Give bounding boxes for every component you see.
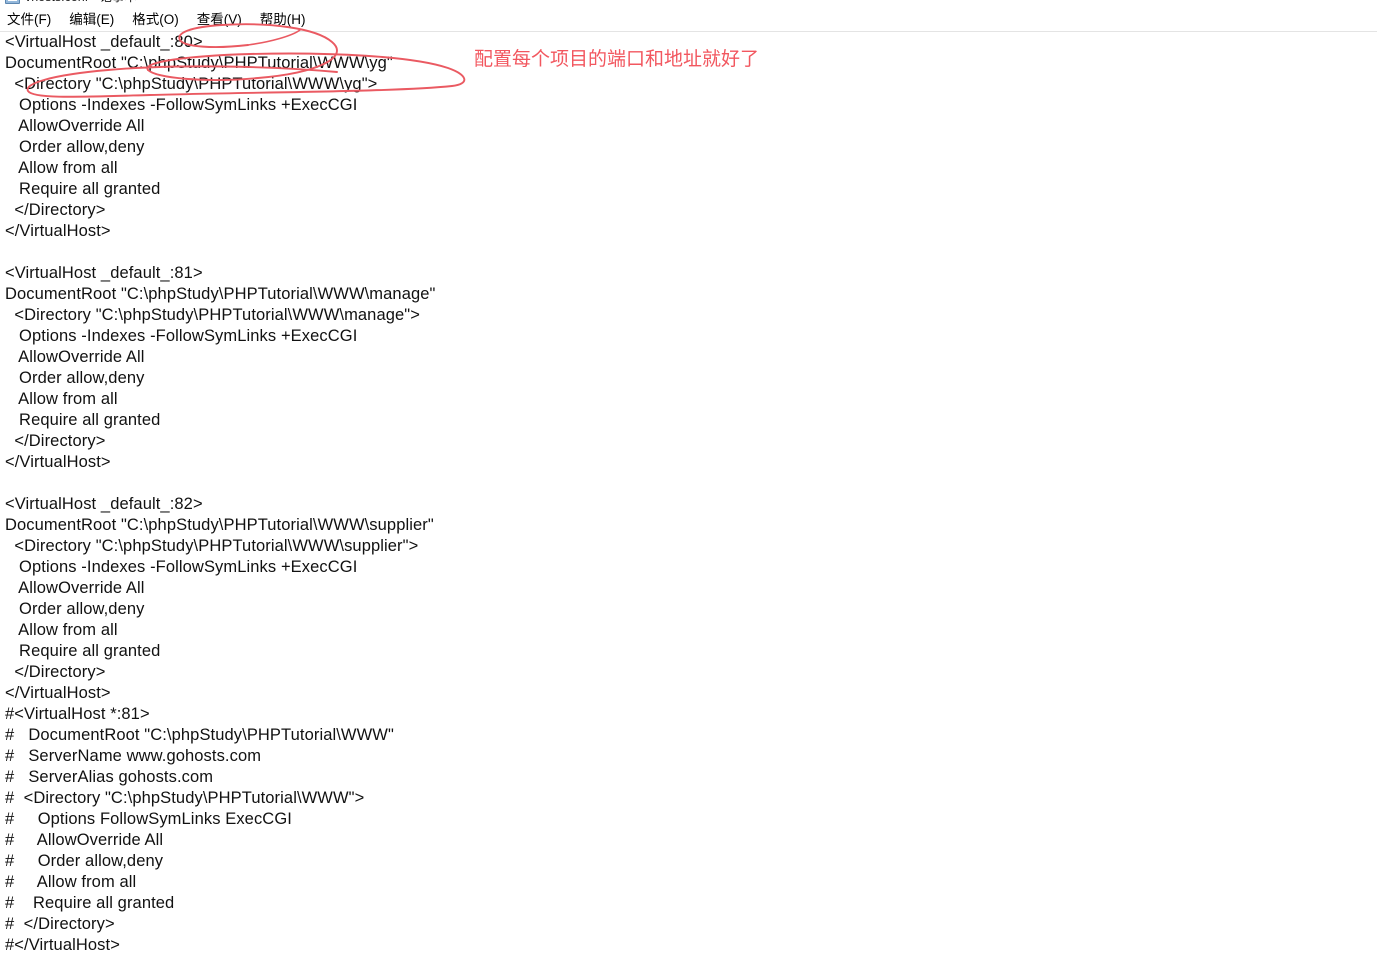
config-line: # <Directory "C:\phpStudy\PHPTutorial\WW… xyxy=(5,789,365,807)
config-line: <Directory "C:\phpStudy\PHPTutorial\WWW\… xyxy=(5,306,420,324)
window-title: vhosts.conf - 记事本 xyxy=(25,0,137,4)
config-line: Order allow,deny xyxy=(5,138,145,156)
config-line: <VirtualHost _default_:82> xyxy=(5,495,203,513)
config-line: # </Directory> xyxy=(5,915,115,933)
config-line: DocumentRoot "C:\phpStudy\PHPTutorial\WW… xyxy=(5,285,436,303)
config-line: Allow from all xyxy=(5,621,118,639)
config-line: Allow from all xyxy=(5,159,118,177)
config-line: AllowOverride All xyxy=(5,579,145,597)
config-line: </VirtualHost> xyxy=(5,222,111,240)
config-line: # AllowOverride All xyxy=(5,831,164,849)
config-line: </Directory> xyxy=(5,663,106,681)
config-line: </VirtualHost> xyxy=(5,684,111,702)
menu-item-format[interactable]: 格式(O) xyxy=(123,11,188,29)
text-editor-area[interactable]: <VirtualHost _default_:80> DocumentRoot "… xyxy=(0,32,1377,979)
config-line: Options -Indexes -FollowSymLinks +ExecCG… xyxy=(5,96,358,114)
config-line: # Require all granted xyxy=(5,894,175,912)
menu-bar: 文件(F) 编辑(E) 格式(O) 查看(V) 帮助(H) xyxy=(0,9,1377,31)
config-line xyxy=(5,242,1377,263)
notepad-icon xyxy=(5,0,20,4)
config-line: #<VirtualHost *:81> xyxy=(5,705,150,723)
config-line: Options -Indexes -FollowSymLinks +ExecCG… xyxy=(5,327,358,345)
config-line: Require all granted xyxy=(5,642,161,660)
config-line: Options -Indexes -FollowSymLinks +ExecCG… xyxy=(5,558,358,576)
config-line: </VirtualHost> xyxy=(5,453,111,471)
config-line: # ServerAlias gohosts.com xyxy=(5,768,214,786)
menu-item-file[interactable]: 文件(F) xyxy=(7,11,60,29)
config-line: Order allow,deny xyxy=(5,369,145,387)
config-line: Order allow,deny xyxy=(5,600,145,618)
notepad-window: vhosts.conf - 记事本 文件(F) 编辑(E) 格式(O) 查看(V… xyxy=(0,0,1377,979)
config-line: Require all granted xyxy=(5,411,161,429)
config-line: AllowOverride All xyxy=(5,117,145,135)
config-line: </Directory> xyxy=(5,432,106,450)
menu-item-view[interactable]: 查看(V) xyxy=(188,11,251,29)
config-line: DocumentRoot "C:\phpStudy\PHPTutorial\WW… xyxy=(5,516,434,534)
config-line: # ServerName www.gohosts.com xyxy=(5,747,262,765)
config-line: Allow from all xyxy=(5,390,118,408)
config-line: </Directory> xyxy=(5,201,106,219)
config-file-text[interactable]: <VirtualHost _default_:80> DocumentRoot "… xyxy=(0,32,1377,956)
menu-item-edit[interactable]: 编辑(E) xyxy=(60,11,123,29)
config-line: <Directory "C:\phpStudy\PHPTutorial\WWW\… xyxy=(5,537,419,555)
config-line: # Allow from all xyxy=(5,873,137,891)
config-line: # DocumentRoot "C:\phpStudy\PHPTutorial\… xyxy=(5,726,394,744)
config-line: #</VirtualHost> xyxy=(5,936,120,954)
config-line: # Options FollowSymLinks ExecCGI xyxy=(5,810,292,828)
window-titlebar: vhosts.conf - 记事本 xyxy=(0,0,1377,8)
config-line: Require all granted xyxy=(5,180,161,198)
config-line: # Order allow,deny xyxy=(5,852,164,870)
menu-item-help[interactable]: 帮助(H) xyxy=(251,11,315,29)
annotation-note-text: 配置每个项目的端口和地址就好了 xyxy=(474,48,760,70)
config-line: AllowOverride All xyxy=(5,348,145,366)
config-line xyxy=(5,473,1377,494)
config-line: <Directory "C:\phpStudy\PHPTutorial\WWW\… xyxy=(5,75,378,93)
config-line: <VirtualHost _default_:81> xyxy=(5,264,203,282)
